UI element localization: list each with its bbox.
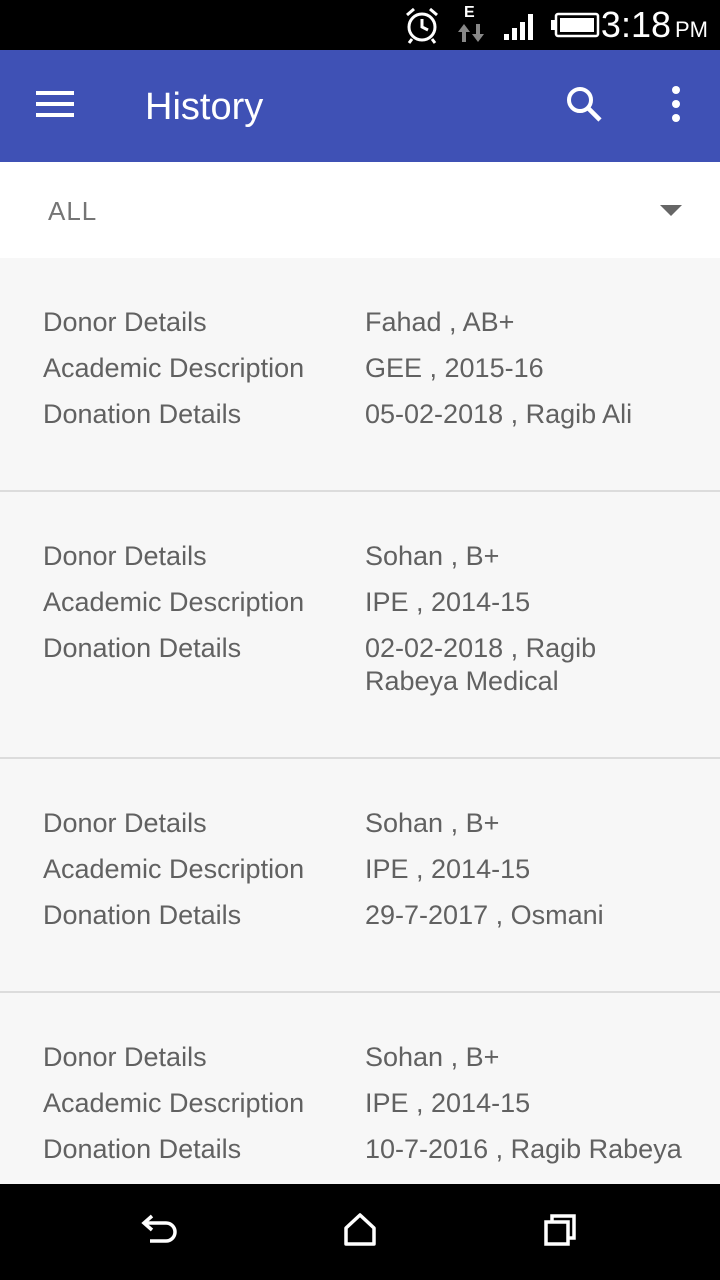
history-list[interactable]: Donor Details Fahad , AB+ Academic Descr…: [0, 258, 720, 1184]
history-card[interactable]: Donor Details Sohan , B+ Academic Descri…: [0, 492, 720, 759]
filter-selected-value: ALL: [48, 196, 98, 226]
donation-label: Donation Details: [43, 399, 242, 429]
academic-value: GEE , 2015-16: [365, 353, 544, 383]
data-transfer-icon: E: [456, 4, 486, 46]
donation-row: Donation Details 05-02-2018 , Ragib Ali: [0, 398, 720, 431]
donor-value: Fahad , AB+: [365, 307, 515, 337]
search-icon: [565, 85, 603, 128]
home-button[interactable]: [328, 1202, 392, 1262]
navigation-drawer-button[interactable]: [20, 76, 92, 136]
donor-label: Donor Details: [43, 541, 207, 571]
network-type-label: E: [464, 4, 475, 21]
app-bar: History: [0, 50, 720, 162]
donation-row: Donation Details 10-7-2016 , Ragib Rabey…: [0, 1133, 720, 1166]
donor-row: Donor Details Sohan , B+: [0, 1041, 720, 1074]
donor-label: Donor Details: [43, 1042, 207, 1072]
academic-row: Academic Description IPE , 2014-15: [0, 586, 720, 619]
page-title: History: [145, 86, 264, 128]
academic-label: Academic Description: [43, 587, 305, 617]
dropdown-arrow-icon: [660, 205, 682, 216]
academic-row: Academic Description IPE , 2014-15: [0, 853, 720, 886]
donation-value: 10-7-2016 , Ragib Rabeya: [365, 1134, 682, 1164]
filter-dropdown[interactable]: ALL: [0, 162, 720, 258]
more-vertical-icon: [671, 85, 681, 127]
academic-value: IPE , 2014-15: [365, 854, 531, 884]
system-navigation-bar: [0, 1184, 720, 1280]
academic-label: Academic Description: [43, 353, 305, 383]
donor-row: Donor Details Fahad , AB+: [0, 306, 720, 339]
donation-value: 02-02-2018 , Ragib Rabeya Medical: [365, 633, 597, 696]
search-button[interactable]: [550, 76, 618, 136]
status-time-value: 3:18: [600, 4, 671, 45]
history-card[interactable]: Donor Details Fahad , AB+ Academic Descr…: [0, 258, 720, 492]
recent-apps-icon: [542, 1212, 578, 1253]
academic-row: Academic Description GEE , 2015-16: [0, 352, 720, 385]
status-clock: 3:18 PM: [601, 4, 708, 51]
donation-label: Donation Details: [43, 900, 242, 930]
recent-apps-button[interactable]: [528, 1202, 592, 1262]
academic-label: Academic Description: [43, 854, 305, 884]
alarm-clock-icon: [404, 6, 440, 49]
battery-icon: [550, 12, 600, 43]
status-time-ampm: PM: [675, 17, 708, 42]
donation-value: 05-02-2018 , Ragib Ali: [365, 399, 633, 429]
academic-value: IPE , 2014-15: [365, 1088, 531, 1118]
back-button[interactable]: [128, 1202, 192, 1262]
status-bar: E 3:18 PM: [0, 0, 720, 50]
academic-label: Academic Description: [43, 1088, 305, 1118]
more-options-button[interactable]: [650, 76, 702, 136]
donor-row: Donor Details Sohan , B+: [0, 807, 720, 840]
academic-row: Academic Description IPE , 2014-15: [0, 1087, 720, 1120]
donation-label: Donation Details: [43, 1134, 242, 1164]
home-icon: [342, 1212, 378, 1253]
donation-row: Donation Details 02-02-2018 , Ragib Rabe…: [0, 632, 720, 698]
donor-label: Donor Details: [43, 307, 207, 337]
history-card[interactable]: Donor Details Sohan , B+ Academic Descri…: [0, 759, 720, 993]
donation-label: Donation Details: [43, 633, 242, 663]
history-card[interactable]: Donor Details Sohan , B+ Academic Descri…: [0, 993, 720, 1184]
donation-value: 29-7-2017 , Osmani: [365, 900, 604, 930]
donation-row: Donation Details 29-7-2017 , Osmani: [0, 899, 720, 932]
signal-strength-icon: [502, 10, 538, 47]
donor-label: Donor Details: [43, 808, 207, 838]
donor-row: Donor Details Sohan , B+: [0, 540, 720, 573]
academic-value: IPE , 2014-15: [365, 587, 531, 617]
hamburger-menu-icon: [36, 90, 76, 123]
donor-value: Sohan , B+: [365, 808, 500, 838]
donor-value: Sohan , B+: [365, 1042, 500, 1072]
back-arrow-icon: [140, 1212, 180, 1253]
donor-value: Sohan , B+: [365, 541, 500, 571]
